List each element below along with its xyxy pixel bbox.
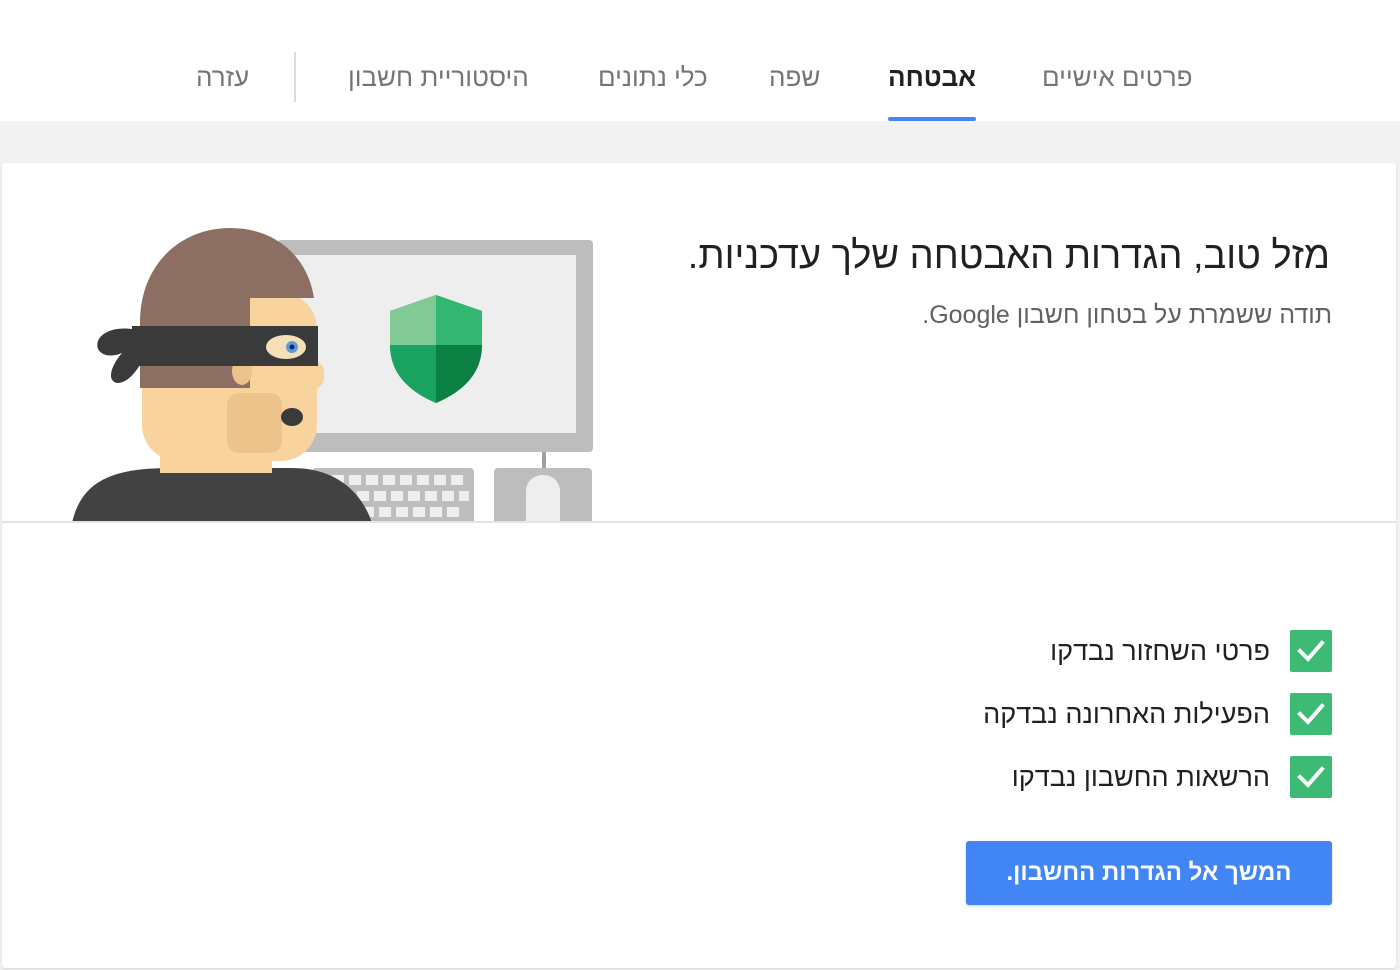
checklist: פרטי השחזור נבדקו הפעילות האחרונה נבדקה …	[983, 629, 1332, 818]
checkbox-checked-icon	[1290, 693, 1332, 735]
check-label: הפעילות האחרונה נבדקה	[983, 698, 1270, 729]
continue-to-account-settings-button[interactable]: המשך אל הגדרות החשבון.	[966, 841, 1332, 905]
top-navigation: פרטים אישיים אבטחה שפה כלי נתונים היסטור…	[0, 0, 1400, 121]
security-checkup-card: מזל טוב, הגדרות האבטחה שלך עדכניות. תודה…	[2, 163, 1396, 968]
tab-language[interactable]: שפה	[769, 50, 820, 121]
check-item-activity: הפעילות האחרונה נבדקה	[983, 692, 1332, 736]
check-label: פרטי השחזור נבדקו	[1050, 635, 1270, 666]
check-label: הרשאות החשבון נבדקו	[1011, 761, 1270, 792]
security-shield-thief-illustration	[72, 228, 593, 521]
tab-account-history[interactable]: היסטוריית חשבון	[348, 50, 529, 121]
check-item-permissions: הרשאות החשבון נבדקו	[983, 755, 1332, 799]
hero-section: מזל טוב, הגדרות האבטחה שלך עדכניות. תודה…	[2, 163, 1396, 523]
nav-divider	[294, 52, 296, 102]
help-link[interactable]: עזרה	[196, 50, 249, 121]
checkbox-checked-icon	[1290, 630, 1332, 672]
page-title: מזל טוב, הגדרות האבטחה שלך עדכניות.	[687, 235, 1330, 277]
tab-personal-info[interactable]: פרטים אישיים	[1042, 50, 1193, 121]
tab-security[interactable]: אבטחה	[888, 50, 977, 121]
page-subtitle: תודה ששמרת על בטחון חשבון Google.	[922, 301, 1332, 329]
checkbox-checked-icon	[1290, 756, 1332, 798]
tab-data-tools[interactable]: כלי נתונים	[598, 50, 708, 121]
check-item-recovery: פרטי השחזור נבדקו	[983, 629, 1332, 673]
